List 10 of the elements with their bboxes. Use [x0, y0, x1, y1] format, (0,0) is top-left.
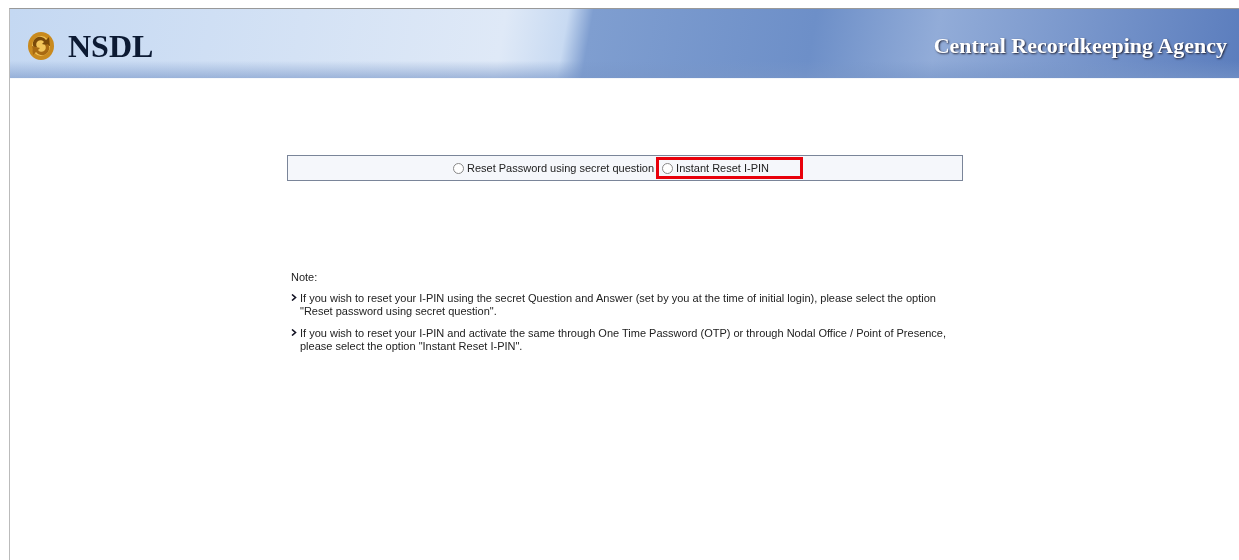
radio-option[interactable]: Reset Password using secret question [448, 159, 659, 177]
note-text: If you wish to reset your I-PIN and activate the same through One Time Password (OTP) or through Nodal Office / Point of Presence, please select the option "Instant Reset I-PIN". [300, 327, 948, 353]
note-title: Note: [291, 271, 319, 283]
chevron-icon [291, 294, 297, 301]
agency-title: Central Recordkeeping Agency [933, 33, 1227, 59]
logo-icon [26, 30, 56, 62]
brand-name: NSDL [68, 27, 154, 65]
highlighted-radio-option[interactable]: Instant Reset I-PIN [658, 159, 801, 177]
chevron-icon [291, 329, 297, 336]
note-text: If you wish to reset your I-PIN using the secret Question and Answer (set by you at the time of initial login), please select the option "Reset password using secret question". [300, 292, 937, 318]
